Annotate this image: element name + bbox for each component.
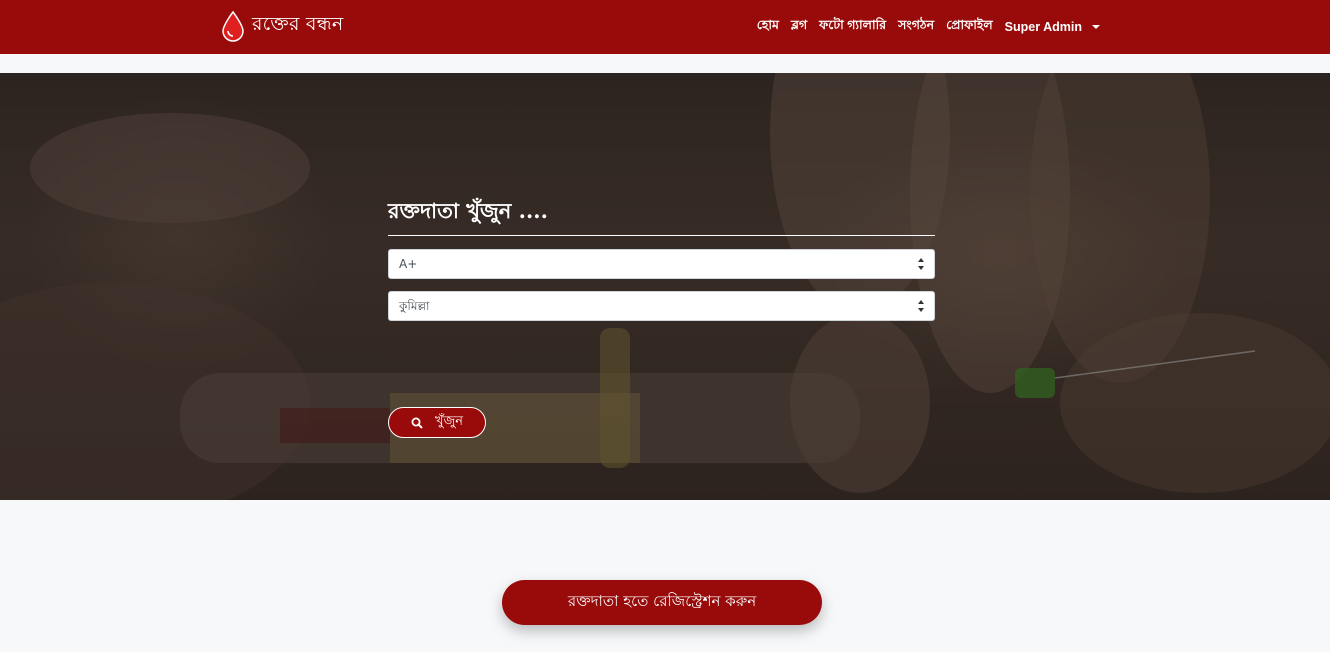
search-title: রক্তদাতা খুঁজুন .... xyxy=(388,198,548,223)
district-value: কুমিল্লা xyxy=(399,299,430,313)
brand-name: রক্তের বন্ধন xyxy=(252,13,344,35)
blood-group-value: A+ xyxy=(399,257,418,271)
district-select[interactable]: কুমিল্লা xyxy=(388,291,935,321)
hero-banner: রক্তদাতা খুঁজুন .... A+ কুমিল্লা খুঁজুন xyxy=(0,73,1330,500)
nav-item-photo-gallery[interactable]: ফটো গ্যালারি xyxy=(819,17,886,37)
divider xyxy=(388,235,935,236)
top-navbar: রক্তের বন্ধন হোম ব্লগ ফটো গ্যালারি সংগঠন… xyxy=(0,0,1330,54)
main-nav: হোম ব্লগ ফটো গ্যালারি সংগঠন প্রোফাইল Sup… xyxy=(757,0,1100,54)
search-button[interactable]: খুঁজুন xyxy=(388,407,486,438)
blood-group-select[interactable]: A+ xyxy=(388,249,935,279)
select-arrows-icon xyxy=(918,300,925,312)
brand-logo-link[interactable]: রক্তের বন্ধন xyxy=(220,8,343,44)
nav-item-home[interactable]: হোম xyxy=(757,17,779,37)
nav-item-profile[interactable]: প্রোফাইল xyxy=(946,17,993,37)
nav-item-blog[interactable]: ব্লগ xyxy=(791,17,807,37)
blood-drop-icon xyxy=(222,10,244,42)
nav-item-organization[interactable]: সংগঠন xyxy=(898,17,934,37)
user-menu-label: Super Admin xyxy=(1004,20,1082,34)
donor-search-form: রক্তদাতা খুঁজুন .... A+ কুমিল্লা খুঁজুন xyxy=(388,193,935,438)
search-button-label: খুঁজুন xyxy=(435,414,463,429)
caret-down-icon xyxy=(1092,25,1100,29)
search-icon xyxy=(411,417,423,429)
user-menu-dropdown[interactable]: Super Admin xyxy=(1005,20,1100,34)
register-donor-button[interactable]: রক্তদাতা হতে রেজিস্ট্রেশন করুন xyxy=(502,580,822,625)
select-arrows-icon xyxy=(918,258,925,270)
